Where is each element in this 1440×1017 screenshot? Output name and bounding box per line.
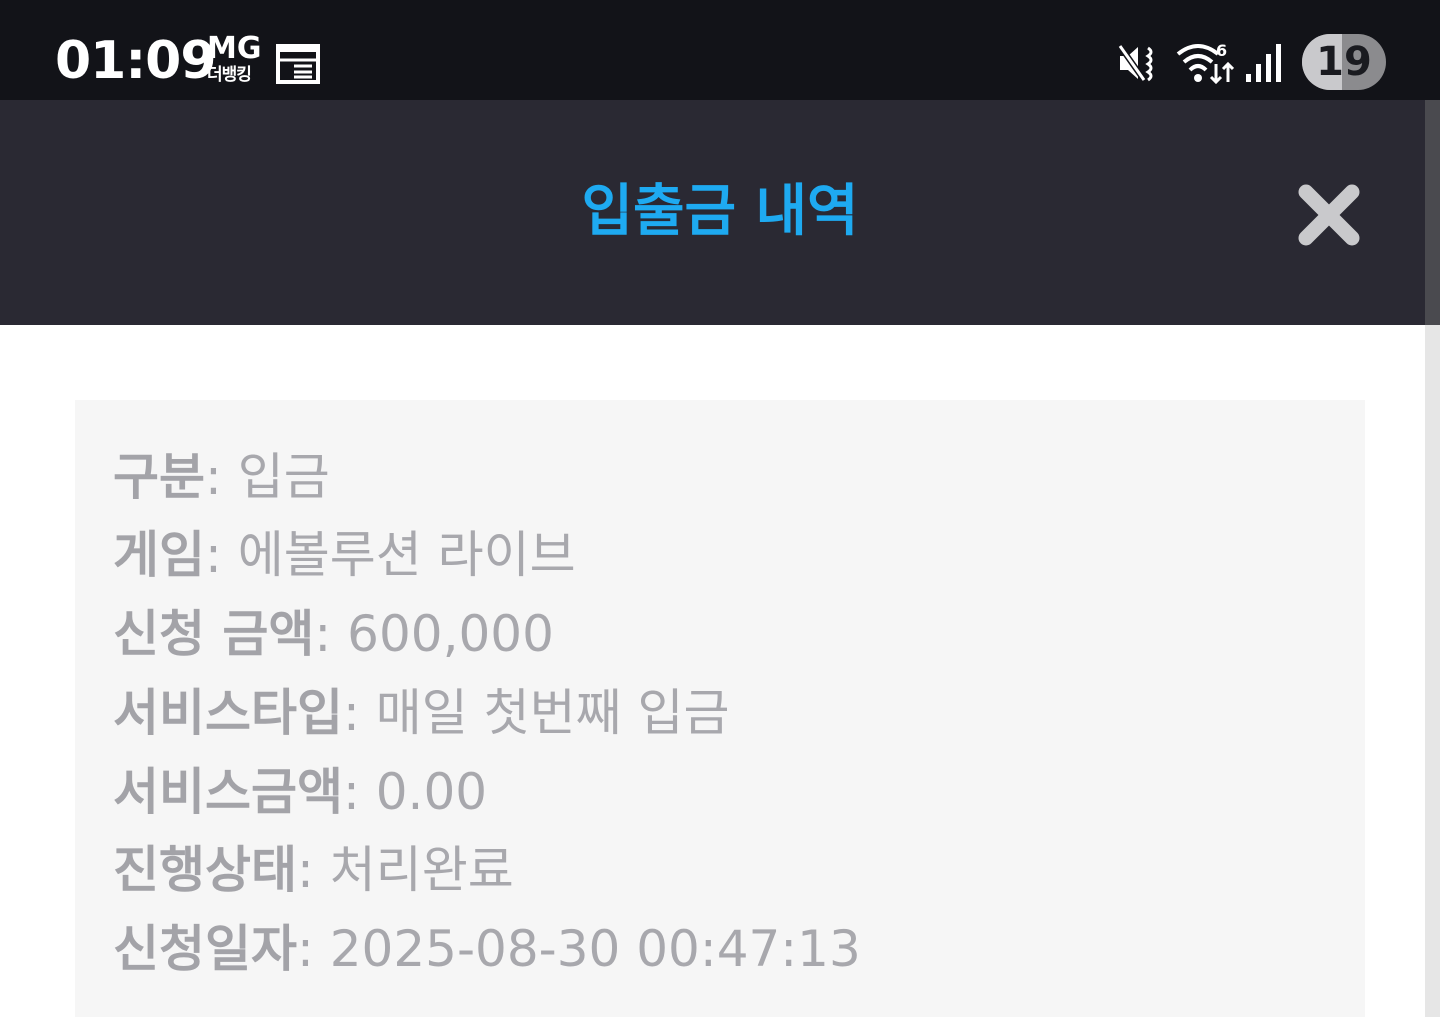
calendar-icon [276, 44, 320, 84]
detail-label: 진행상태 [113, 841, 297, 899]
detail-label: 서비스금액 [113, 763, 343, 821]
detail-label: 신청일자 [113, 920, 297, 978]
detail-label: 서비스타입 [113, 684, 343, 742]
detail-separator: : [297, 841, 330, 899]
battery-level: 19 [1316, 39, 1372, 85]
detail-row-request-date: 신청일자: 2025-08-30 00:47:13 [113, 909, 861, 989]
wifi-icon: 6 [1176, 41, 1234, 84]
signal-icon [1246, 44, 1281, 82]
mute-icon [1117, 44, 1153, 82]
detail-separator: : [205, 526, 238, 584]
detail-label: 구분 [113, 448, 205, 506]
carrier-bottom: 더뱅킹 [207, 65, 252, 85]
detail-label: 게임 [113, 526, 205, 584]
scrollbar-thumb[interactable] [1425, 100, 1440, 325]
detail-separator: : [205, 448, 238, 506]
detail-row-type: 구분: 입금 [113, 437, 330, 517]
detail-value: 0.00 [375, 763, 488, 821]
status-time: 01:09 [55, 31, 217, 91]
detail-value: 입금 [237, 448, 330, 506]
close-icon[interactable] [1296, 182, 1362, 248]
detail-separator: : [297, 920, 330, 978]
battery-icon: 19 [1302, 34, 1386, 90]
detail-row-service-amount: 서비스금액: 0.00 [113, 752, 487, 832]
transaction-detail-card: 구분: 입금 게임: 에볼루션 라이브 신청 금액: 600,000 서비스타입… [75, 400, 1365, 1017]
carrier-top: MG [207, 31, 262, 66]
detail-value: 2025-08-30 00:47:13 [329, 920, 861, 978]
carrier-label: MG 더뱅킹 [207, 34, 267, 86]
detail-value: 에볼루션 라이브 [237, 526, 576, 584]
detail-separator: : [343, 684, 376, 742]
page: 01:09 MG 더뱅킹 6 19 입출금 내역 구분: 입금 게임: 에볼루션… [0, 0, 1440, 1017]
detail-row-amount: 신청 금액: 600,000 [113, 594, 554, 674]
detail-row-status: 진행상태: 처리완료 [113, 830, 514, 910]
svg-text:6: 6 [1216, 41, 1227, 60]
detail-value: 매일 첫번째 입금 [375, 684, 730, 742]
detail-row-game: 게임: 에볼루션 라이브 [113, 515, 576, 595]
modal-header: 입출금 내역 [0, 100, 1440, 325]
detail-value: 600,000 [347, 605, 554, 663]
detail-separator: : [314, 605, 348, 663]
detail-label: 신청 금액 [113, 605, 315, 663]
page-title: 입출금 내역 [581, 179, 859, 244]
status-bar: 01:09 MG 더뱅킹 6 19 [0, 0, 1440, 100]
detail-value: 처리완료 [329, 841, 514, 899]
detail-row-service-type: 서비스타입: 매일 첫번째 입금 [113, 673, 730, 753]
detail-separator: : [343, 763, 376, 821]
